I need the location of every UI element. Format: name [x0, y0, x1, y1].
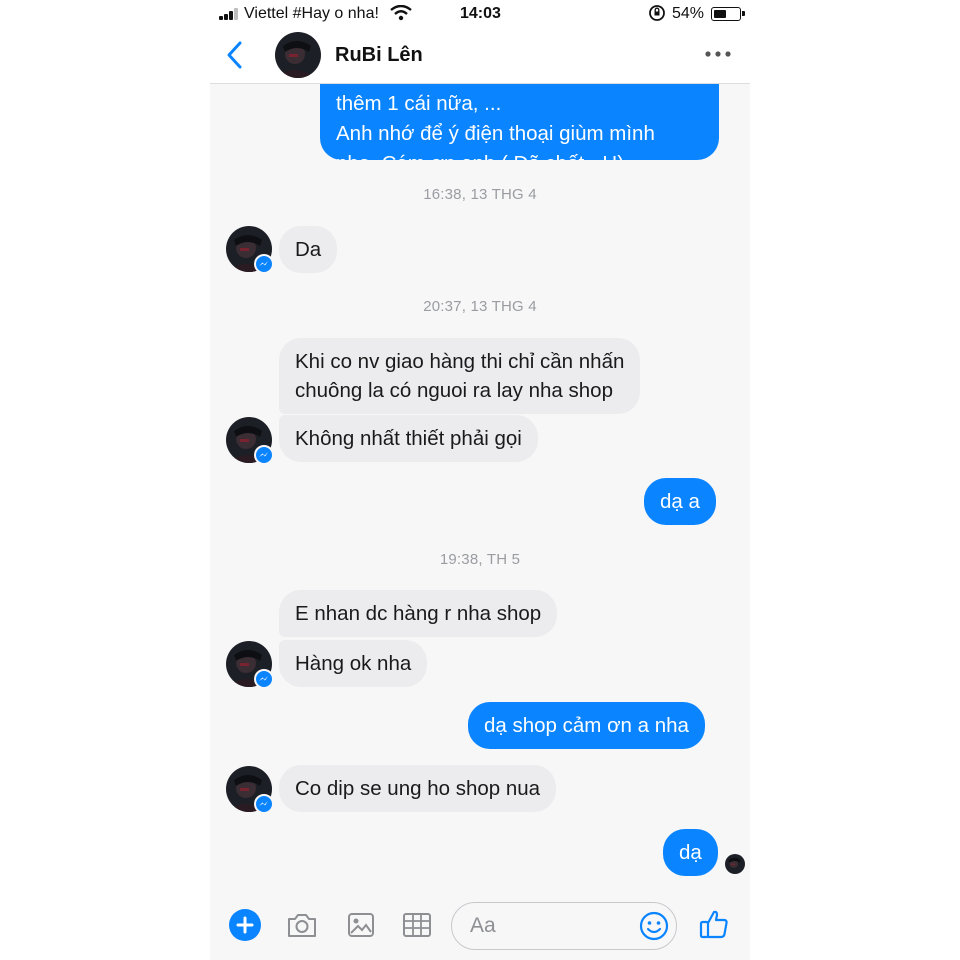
carrier-name: Viettel #Hay o nha! — [244, 5, 379, 22]
contact-header-avatar[interactable] — [275, 32, 321, 78]
camera-icon — [288, 914, 316, 937]
timestamp-label: 16:38, 13 THG 4 — [423, 186, 537, 203]
messenger-badge-icon — [254, 669, 274, 689]
more-options-button[interactable] — [704, 46, 732, 62]
messenger-badge-icon — [254, 254, 274, 274]
emoji-icon — [639, 911, 669, 941]
contact-name[interactable]: RuBi Lên — [335, 44, 423, 67]
back-button[interactable] — [220, 38, 250, 72]
more-dots-icon — [705, 51, 731, 57]
battery-percent: 54% — [672, 5, 705, 22]
rotation-lock-icon — [648, 4, 666, 27]
message-incoming[interactable]: Khi co nv giao hàng thi chỉ cần nhấn chu… — [279, 338, 641, 414]
gallery-button[interactable] — [347, 911, 375, 944]
message-composer — [210, 892, 750, 960]
message-incoming[interactable]: Co dip se ung ho shop nua — [279, 765, 557, 812]
chevron-left-icon — [227, 41, 242, 69]
status-time: 14:03 — [460, 5, 501, 22]
timestamp-label: 19:38, TH 5 — [439, 551, 521, 568]
contact-avatar[interactable] — [226, 641, 274, 689]
message-incoming[interactable]: Hàng ok nha — [279, 640, 428, 687]
emoji-button[interactable] — [639, 911, 669, 946]
plus-icon — [229, 909, 261, 941]
message-list[interactable]: thêm 1 cái nữa, ... Anh nhớ để ý điện th… — [210, 0, 750, 960]
signal-icon — [219, 8, 241, 20]
like-button[interactable] — [699, 908, 729, 945]
seen-receipt-avatar — [725, 854, 745, 874]
message-incoming[interactable]: Da — [279, 226, 338, 273]
messenger-badge-icon — [254, 794, 274, 814]
message-incoming[interactable]: E nhan dc hàng r nha shop — [279, 590, 558, 637]
screenshot-frame: thêm 1 cái nữa, ... Anh nhớ để ý điện th… — [0, 0, 960, 960]
contact-avatar[interactable] — [226, 417, 274, 465]
message-input[interactable] — [470, 913, 630, 939]
image-icon — [348, 913, 374, 937]
battery-level-fill — [713, 9, 727, 18]
conversation-header: RuBi Lên — [210, 28, 750, 84]
timestamp-label: 20:37, 13 THG 4 — [423, 298, 537, 315]
message-outgoing[interactable]: dạ a — [644, 478, 716, 525]
message-input-container[interactable] — [451, 902, 677, 950]
sticker-button[interactable] — [402, 911, 432, 944]
messenger-badge-icon — [254, 445, 274, 465]
thumbs-up-icon — [699, 910, 728, 939]
contact-avatar[interactable] — [226, 766, 274, 814]
sticker-grid-icon — [403, 913, 431, 937]
status-bar: Viettel #Hay o nha! 14:03 54% — [210, 0, 750, 28]
camera-button[interactable] — [286, 911, 318, 944]
battery-icon — [711, 7, 745, 21]
plus-button[interactable] — [229, 909, 261, 946]
contact-avatar[interactable] — [226, 226, 274, 274]
message-outgoing[interactable]: dạ — [663, 829, 718, 876]
message-outgoing[interactable]: dạ shop cảm ơn a nha — [468, 702, 705, 749]
messenger-screen: thêm 1 cái nữa, ... Anh nhớ để ý điện th… — [210, 0, 750, 960]
message-incoming[interactable]: Không nhất thiết phải gọi — [279, 415, 538, 462]
wifi-icon — [390, 4, 412, 26]
